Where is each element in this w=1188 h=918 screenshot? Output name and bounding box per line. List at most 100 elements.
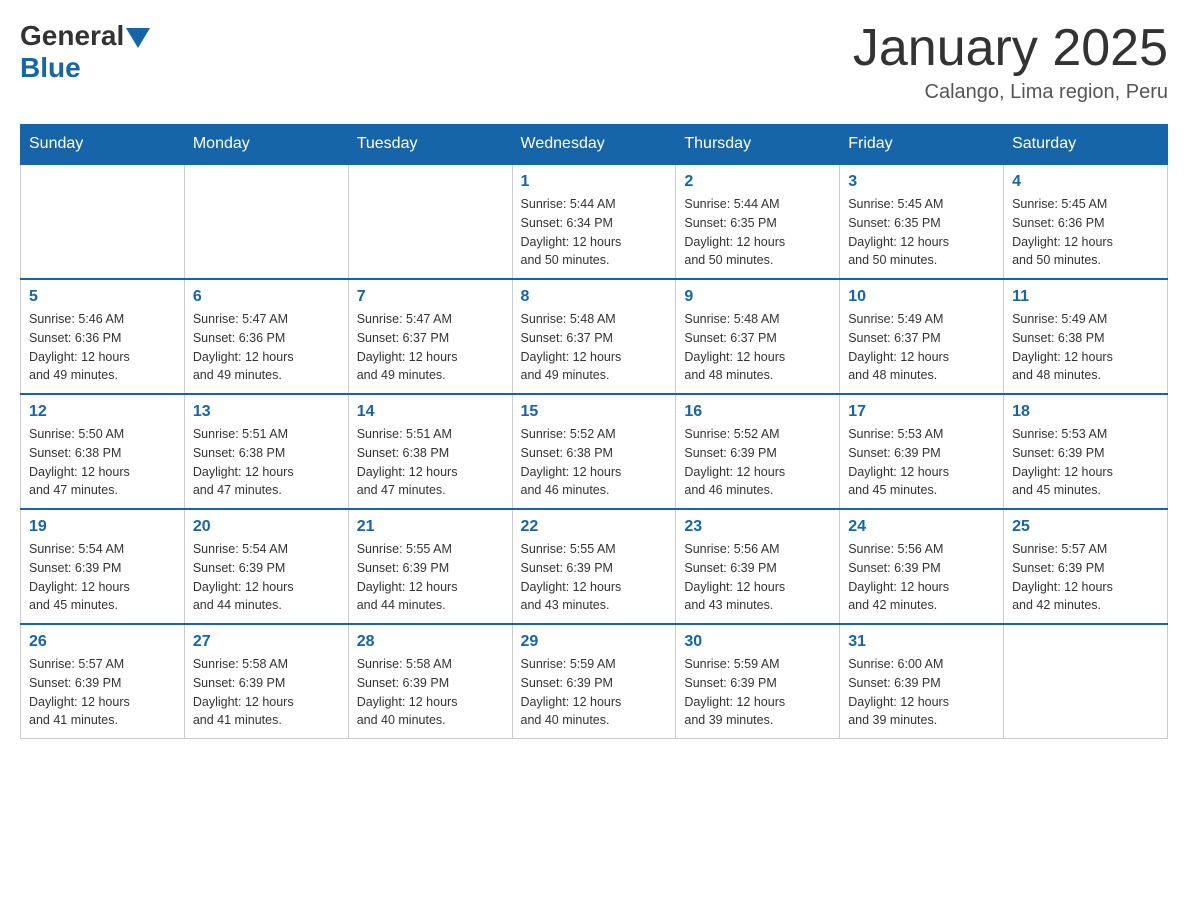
- day-number: 29: [521, 633, 668, 651]
- day-number: 14: [357, 403, 504, 421]
- location-subtitle: Calango, Lima region, Peru: [853, 81, 1168, 104]
- calendar-cell: [21, 164, 185, 279]
- day-info: Sunrise: 5:55 AM Sunset: 6:39 PM Dayligh…: [357, 540, 504, 615]
- calendar-cell: 30Sunrise: 5:59 AM Sunset: 6:39 PM Dayli…: [676, 624, 840, 739]
- calendar-cell: 12 Sunrise: 5:50 AM Sunset: 6:38 PM Dayli…: [21, 394, 185, 509]
- day-number: 4: [1012, 173, 1159, 191]
- calendar-header-thursday: Thursday: [676, 125, 840, 165]
- calendar-week-1: 1 Sunrise: 5:44 AM Sunset: 6:34 PM Daylig…: [21, 164, 1168, 279]
- day-info: Sunrise: 5:46 AM Sunset: 6:36 PM Dayligh…: [29, 310, 176, 385]
- day-number: 2: [684, 173, 831, 191]
- day-number: 10: [848, 288, 995, 306]
- day-info: Sunrise: 5:54 AM Sunset: 6:39 PM Dayligh…: [193, 540, 340, 615]
- calendar-cell: 2Sunrise: 5:44 AM Sunset: 6:35 PM Daylig…: [676, 164, 840, 279]
- day-info: Sunrise: 5:49 AM Sunset: 6:37 PM Dayligh…: [848, 310, 995, 385]
- day-number: 21: [357, 518, 504, 536]
- day-info: Sunrise: 5:47 AM Sunset: 6:36 PM Dayligh…: [193, 310, 340, 385]
- calendar-cell: 19 Sunrise: 5:54 AM Sunset: 6:39 PM Dayli…: [21, 509, 185, 624]
- calendar-cell: 29Sunrise: 5:59 AM Sunset: 6:39 PM Dayli…: [512, 624, 676, 739]
- calendar-cell: 1 Sunrise: 5:44 AM Sunset: 6:34 PM Daylig…: [512, 164, 676, 279]
- day-number: 12: [29, 403, 176, 421]
- calendar-header-row: SundayMondayTuesdayWednesdayThursdayFrid…: [21, 125, 1168, 165]
- calendar-cell: 5Sunrise: 5:46 AM Sunset: 6:36 PM Daylig…: [21, 279, 185, 394]
- calendar-cell: 24 Sunrise: 5:56 AM Sunset: 6:39 PM Dayli…: [840, 509, 1004, 624]
- day-number: 6: [193, 288, 340, 306]
- calendar-cell: 26 Sunrise: 5:57 AM Sunset: 6:39 PM Dayli…: [21, 624, 185, 739]
- day-info: Sunrise: 5:51 AM Sunset: 6:38 PM Dayligh…: [357, 425, 504, 500]
- calendar-week-4: 19 Sunrise: 5:54 AM Sunset: 6:39 PM Dayli…: [21, 509, 1168, 624]
- day-info: Sunrise: 5:50 AM Sunset: 6:38 PM Dayligh…: [29, 425, 176, 500]
- day-number: 25: [1012, 518, 1159, 536]
- day-number: 24: [848, 518, 995, 536]
- logo-blue-label: Blue: [20, 52, 81, 84]
- day-number: 27: [193, 633, 340, 651]
- day-info: Sunrise: 5:57 AM Sunset: 6:39 PM Dayligh…: [29, 655, 176, 730]
- calendar-table: SundayMondayTuesdayWednesdayThursdayFrid…: [20, 124, 1168, 739]
- calendar-header-wednesday: Wednesday: [512, 125, 676, 165]
- day-info: Sunrise: 5:58 AM Sunset: 6:39 PM Dayligh…: [357, 655, 504, 730]
- day-info: Sunrise: 5:44 AM Sunset: 6:34 PM Dayligh…: [521, 195, 668, 270]
- day-number: 18: [1012, 403, 1159, 421]
- calendar-header-friday: Friday: [840, 125, 1004, 165]
- day-number: 31: [848, 633, 995, 651]
- day-info: Sunrise: 5:49 AM Sunset: 6:38 PM Dayligh…: [1012, 310, 1159, 385]
- calendar-cell: 17 Sunrise: 5:53 AM Sunset: 6:39 PM Dayli…: [840, 394, 1004, 509]
- calendar-cell: 8Sunrise: 5:48 AM Sunset: 6:37 PM Daylig…: [512, 279, 676, 394]
- day-number: 1: [521, 173, 668, 191]
- day-number: 26: [29, 633, 176, 651]
- day-number: 3: [848, 173, 995, 191]
- calendar-cell: 3 Sunrise: 5:45 AM Sunset: 6:35 PM Daylig…: [840, 164, 1004, 279]
- day-info: Sunrise: 5:56 AM Sunset: 6:39 PM Dayligh…: [684, 540, 831, 615]
- day-info: Sunrise: 5:52 AM Sunset: 6:39 PM Dayligh…: [684, 425, 831, 500]
- day-info: Sunrise: 5:45 AM Sunset: 6:36 PM Dayligh…: [1012, 195, 1159, 270]
- day-info: Sunrise: 5:48 AM Sunset: 6:37 PM Dayligh…: [521, 310, 668, 385]
- day-info: Sunrise: 5:53 AM Sunset: 6:39 PM Dayligh…: [848, 425, 995, 500]
- calendar-cell: 21 Sunrise: 5:55 AM Sunset: 6:39 PM Dayli…: [348, 509, 512, 624]
- calendar-cell: 31 Sunrise: 6:00 AM Sunset: 6:39 PM Dayli…: [840, 624, 1004, 739]
- calendar-cell: 16 Sunrise: 5:52 AM Sunset: 6:39 PM Dayli…: [676, 394, 840, 509]
- logo-general-text: General: [20, 20, 150, 52]
- day-number: 16: [684, 403, 831, 421]
- day-info: Sunrise: 5:53 AM Sunset: 6:39 PM Dayligh…: [1012, 425, 1159, 500]
- day-info: Sunrise: 5:56 AM Sunset: 6:39 PM Dayligh…: [848, 540, 995, 615]
- calendar-cell: 14 Sunrise: 5:51 AM Sunset: 6:38 PM Dayli…: [348, 394, 512, 509]
- day-number: 9: [684, 288, 831, 306]
- day-number: 15: [521, 403, 668, 421]
- calendar-cell: [184, 164, 348, 279]
- day-number: 20: [193, 518, 340, 536]
- day-info: Sunrise: 5:45 AM Sunset: 6:35 PM Dayligh…: [848, 195, 995, 270]
- day-number: 11: [1012, 288, 1159, 306]
- calendar-cell: 27Sunrise: 5:58 AM Sunset: 6:39 PM Dayli…: [184, 624, 348, 739]
- calendar-cell: 6 Sunrise: 5:47 AM Sunset: 6:36 PM Daylig…: [184, 279, 348, 394]
- title-section: January 2025 Calango, Lima region, Peru: [853, 20, 1168, 104]
- calendar-cell: 10 Sunrise: 5:49 AM Sunset: 6:37 PM Dayli…: [840, 279, 1004, 394]
- calendar-cell: 11 Sunrise: 5:49 AM Sunset: 6:38 PM Dayli…: [1004, 279, 1168, 394]
- day-number: 7: [357, 288, 504, 306]
- page-header: General Blue January 2025 Calango, Lima …: [20, 20, 1168, 104]
- month-year-title: January 2025: [853, 20, 1168, 77]
- day-info: Sunrise: 5:48 AM Sunset: 6:37 PM Dayligh…: [684, 310, 831, 385]
- calendar-week-3: 12 Sunrise: 5:50 AM Sunset: 6:38 PM Dayli…: [21, 394, 1168, 509]
- day-number: 17: [848, 403, 995, 421]
- calendar-cell: 7 Sunrise: 5:47 AM Sunset: 6:37 PM Daylig…: [348, 279, 512, 394]
- calendar-week-5: 26 Sunrise: 5:57 AM Sunset: 6:39 PM Dayli…: [21, 624, 1168, 739]
- calendar-cell: 15Sunrise: 5:52 AM Sunset: 6:38 PM Dayli…: [512, 394, 676, 509]
- day-info: Sunrise: 5:59 AM Sunset: 6:39 PM Dayligh…: [684, 655, 831, 730]
- calendar-cell: 25 Sunrise: 5:57 AM Sunset: 6:39 PM Dayli…: [1004, 509, 1168, 624]
- day-number: 13: [193, 403, 340, 421]
- day-number: 23: [684, 518, 831, 536]
- calendar-cell: 20 Sunrise: 5:54 AM Sunset: 6:39 PM Dayli…: [184, 509, 348, 624]
- day-number: 19: [29, 518, 176, 536]
- day-number: 28: [357, 633, 504, 651]
- calendar-cell: [1004, 624, 1168, 739]
- day-info: Sunrise: 5:54 AM Sunset: 6:39 PM Dayligh…: [29, 540, 176, 615]
- calendar-week-2: 5Sunrise: 5:46 AM Sunset: 6:36 PM Daylig…: [21, 279, 1168, 394]
- logo-general-label: General: [20, 20, 124, 52]
- calendar-header-saturday: Saturday: [1004, 125, 1168, 165]
- day-info: Sunrise: 6:00 AM Sunset: 6:39 PM Dayligh…: [848, 655, 995, 730]
- day-info: Sunrise: 5:47 AM Sunset: 6:37 PM Dayligh…: [357, 310, 504, 385]
- calendar-cell: 4 Sunrise: 5:45 AM Sunset: 6:36 PM Daylig…: [1004, 164, 1168, 279]
- day-info: Sunrise: 5:57 AM Sunset: 6:39 PM Dayligh…: [1012, 540, 1159, 615]
- calendar-cell: 18 Sunrise: 5:53 AM Sunset: 6:39 PM Dayli…: [1004, 394, 1168, 509]
- logo-arrow-icon: [126, 28, 150, 48]
